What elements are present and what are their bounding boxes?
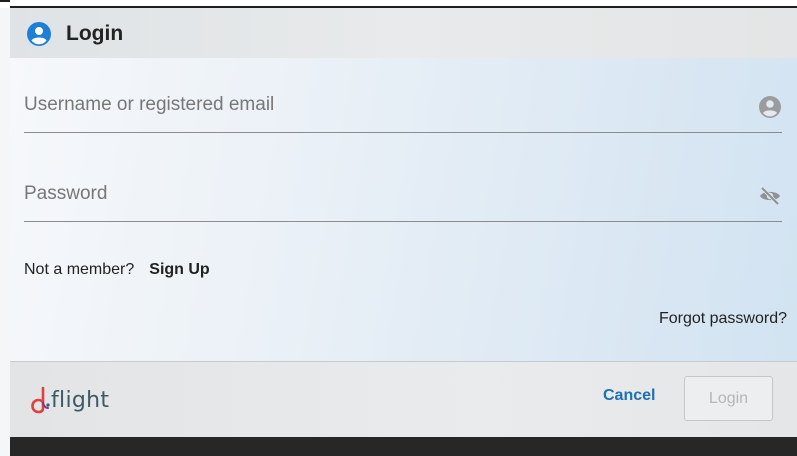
member-row: Not a member? Sign Up — [24, 261, 210, 279]
dialog-footer: flight Cancel Login — [10, 361, 797, 437]
password-input[interactable] — [24, 172, 744, 216]
username-field-container — [24, 83, 782, 133]
member-prompt: Not a member? — [24, 261, 135, 278]
dflight-logo-mark — [31, 386, 50, 414]
password-field-container — [24, 172, 782, 222]
background-bottom-bar — [10, 437, 797, 456]
password-underline — [24, 221, 782, 222]
dialog-body: Not a member? Sign Up Forgot password? — [10, 58, 797, 361]
signup-link[interactable]: Sign Up — [149, 261, 209, 279]
account-circle-icon — [27, 22, 51, 46]
username-input[interactable] — [24, 83, 744, 127]
dflight-logo: flight — [28, 384, 148, 416]
dialog-title: Login — [66, 22, 124, 45]
login-dialog: Login Not a member? Sign Up — [10, 8, 797, 456]
dflight-logo-text: flight — [51, 387, 110, 413]
forgot-password-link[interactable]: Forgot password? — [659, 310, 787, 328]
dialog-header: Login — [10, 8, 797, 58]
account-circle-icon — [759, 96, 781, 118]
eye-off-icon[interactable] — [758, 184, 782, 208]
username-underline — [24, 132, 782, 133]
window-corner-tick — [0, 0, 10, 2]
cancel-button[interactable]: Cancel — [603, 387, 655, 405]
login-button[interactable]: Login — [684, 376, 773, 421]
